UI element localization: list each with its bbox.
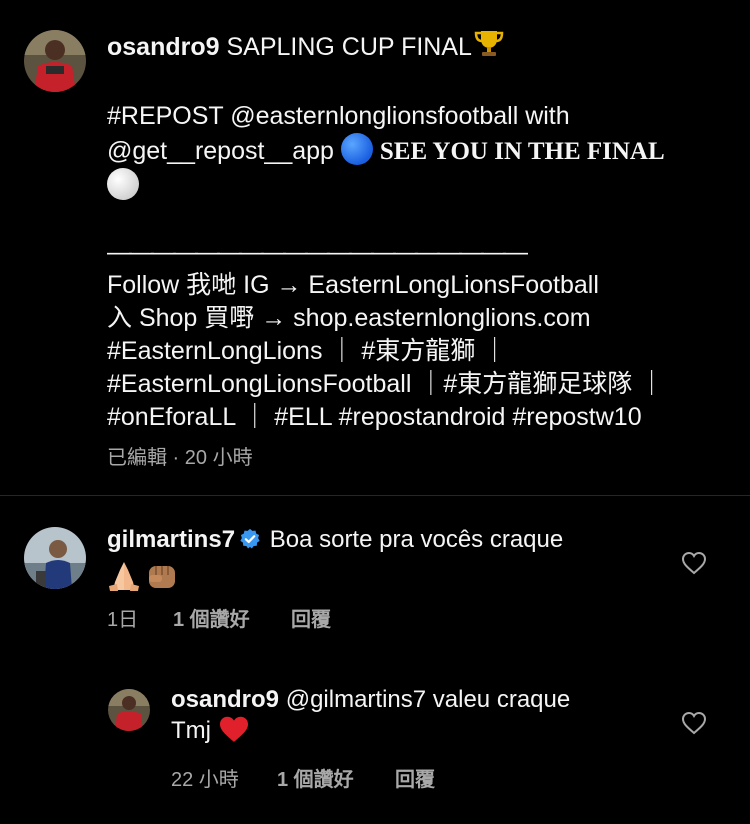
comment-1-like-button[interactable] [681, 551, 707, 580]
comment-2-username[interactable]: osandro9 [171, 686, 279, 713]
comment-2-mention[interactable]: @gilmartins7 [286, 686, 426, 713]
comment-1-body: gilmartins7 Boa sorte pra vocês craque [107, 524, 667, 600]
comment-1-text: Boa sorte pra vocês craque [269, 526, 564, 553]
repost-app-mention[interactable]: @get__repost__app [107, 137, 334, 165]
comment-1-time: 1日 [107, 609, 139, 631]
heart-outline-icon [681, 711, 707, 735]
hashtags-line-2[interactable]: #EasternLongLionsFootball ｜#東方龍獅足球隊 ｜ [107, 368, 727, 401]
comment-2-text: valeu craque [432, 686, 571, 713]
divider [0, 495, 750, 496]
comment-2-reply-button[interactable]: 回覆 [395, 763, 435, 792]
repost-line: #REPOST @easternlonglionsfootball with [107, 102, 570, 130]
hashtags-line-1[interactable]: #EasternLongLions ｜ #東方龍獅 ｜ [107, 335, 727, 368]
comment-2-likes[interactable]: 1 個讚好 [277, 763, 395, 792]
comment-1-likes[interactable]: 1 個讚好 [173, 603, 291, 632]
comment-2-text-2: Tmj [171, 717, 211, 744]
post-title: SAPLING CUP FINAL [226, 33, 472, 61]
folded-hands-icon [107, 560, 141, 600]
hashtags-line-3[interactable]: #onEforaLL ｜ #ELL #repostandroid #repost… [107, 401, 727, 434]
white-circle-icon [107, 168, 139, 200]
shop-line: 入 Shop 買嘢 → shop.easternlonglions.com [107, 304, 591, 332]
separator-line: ——————————————————— [107, 238, 528, 266]
commenter-avatar[interactable] [24, 527, 86, 589]
post-author-username[interactable]: osandro9 [107, 33, 220, 61]
post-author-avatar[interactable] [24, 30, 86, 92]
blue-circle-icon [340, 133, 373, 165]
comment-1-username[interactable]: gilmartins7 [107, 526, 235, 553]
comment-2-like-button[interactable] [681, 711, 707, 740]
reply-author-avatar[interactable] [108, 689, 150, 731]
post-caption: osandro9 SAPLING CUP FINAL #REPOST @east… [107, 28, 727, 434]
comment-2-meta: 22 小時 1 個讚好 回覆 [171, 763, 435, 792]
verified-badge-icon [239, 527, 261, 558]
post-meta: 已編輯 · 20 小時 [107, 447, 253, 469]
comment-2-time: 22 小時 [171, 769, 239, 791]
follow-line: Follow 我哋 IG → EasternLongLionsFootball [107, 271, 599, 299]
heart-outline-icon [681, 551, 707, 575]
red-heart-icon [218, 715, 250, 751]
comment-1-reply-button[interactable]: 回覆 [291, 603, 331, 632]
final-text: SEE YOU IN THE FINAL [379, 138, 665, 165]
comment-2-body: osandro9 @gilmartins7 valeu craque Tmj [171, 684, 671, 751]
trophy-icon [474, 28, 504, 67]
comment-1-meta: 1日 1 個讚好 回覆 [107, 603, 331, 632]
fist-icon [145, 560, 179, 600]
